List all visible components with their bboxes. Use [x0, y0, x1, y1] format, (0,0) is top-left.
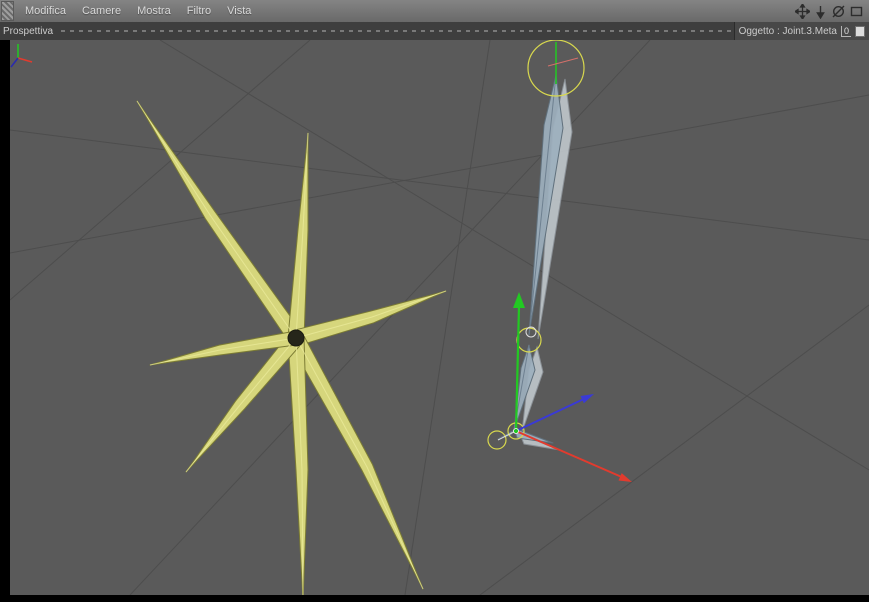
viewbar-dashed-divider: [61, 30, 732, 32]
spline-star-object[interactable]: [136, 100, 447, 595]
menu-item-camere[interactable]: Camere: [76, 3, 127, 19]
scene-canvas[interactable]: [10, 40, 869, 595]
menu-item-mostra[interactable]: Mostra: [131, 3, 177, 19]
menu-item-filtro[interactable]: Filtro: [181, 3, 217, 19]
viewport-title-bar: Prospettiva Oggetto : Joint.3.Meta 0: [0, 22, 869, 41]
maximize-icon[interactable]: [848, 3, 864, 19]
menu-grip-handle[interactable]: [1, 1, 14, 21]
viewport-nav-icons: [794, 3, 864, 19]
rotate-icon[interactable]: [830, 3, 846, 19]
application-window: Modifica Camere Mostra Filtro Vista Pros…: [0, 0, 869, 602]
viewport-frame: [0, 40, 869, 602]
grid-lines: [10, 40, 869, 595]
object-info-text: Oggetto : Joint.3.Meta: [738, 25, 837, 37]
gizmo-origin-dot[interactable]: [513, 428, 519, 434]
axis-x-handle[interactable]: [515, 430, 632, 482]
object-info-box: Oggetto : Joint.3.Meta 0: [733, 22, 869, 40]
pan-icon[interactable]: [794, 3, 810, 19]
dolly-icon[interactable]: [812, 3, 828, 19]
joint-chain-object[interactable]: [487, 40, 585, 451]
world-axis-icon: [10, 44, 33, 68]
menu-item-vista[interactable]: Vista: [221, 3, 257, 19]
layer-badge: 0: [840, 25, 851, 37]
viewport-canvas[interactable]: [10, 40, 869, 595]
menu-bar: Modifica Camere Mostra Filtro Vista: [0, 0, 869, 23]
menu-item-modifica[interactable]: Modifica: [19, 3, 72, 19]
root-joint-axis: [547, 42, 579, 84]
view-label: Prospettiva: [3, 25, 54, 37]
viewbar-corner-button[interactable]: [855, 25, 865, 37]
